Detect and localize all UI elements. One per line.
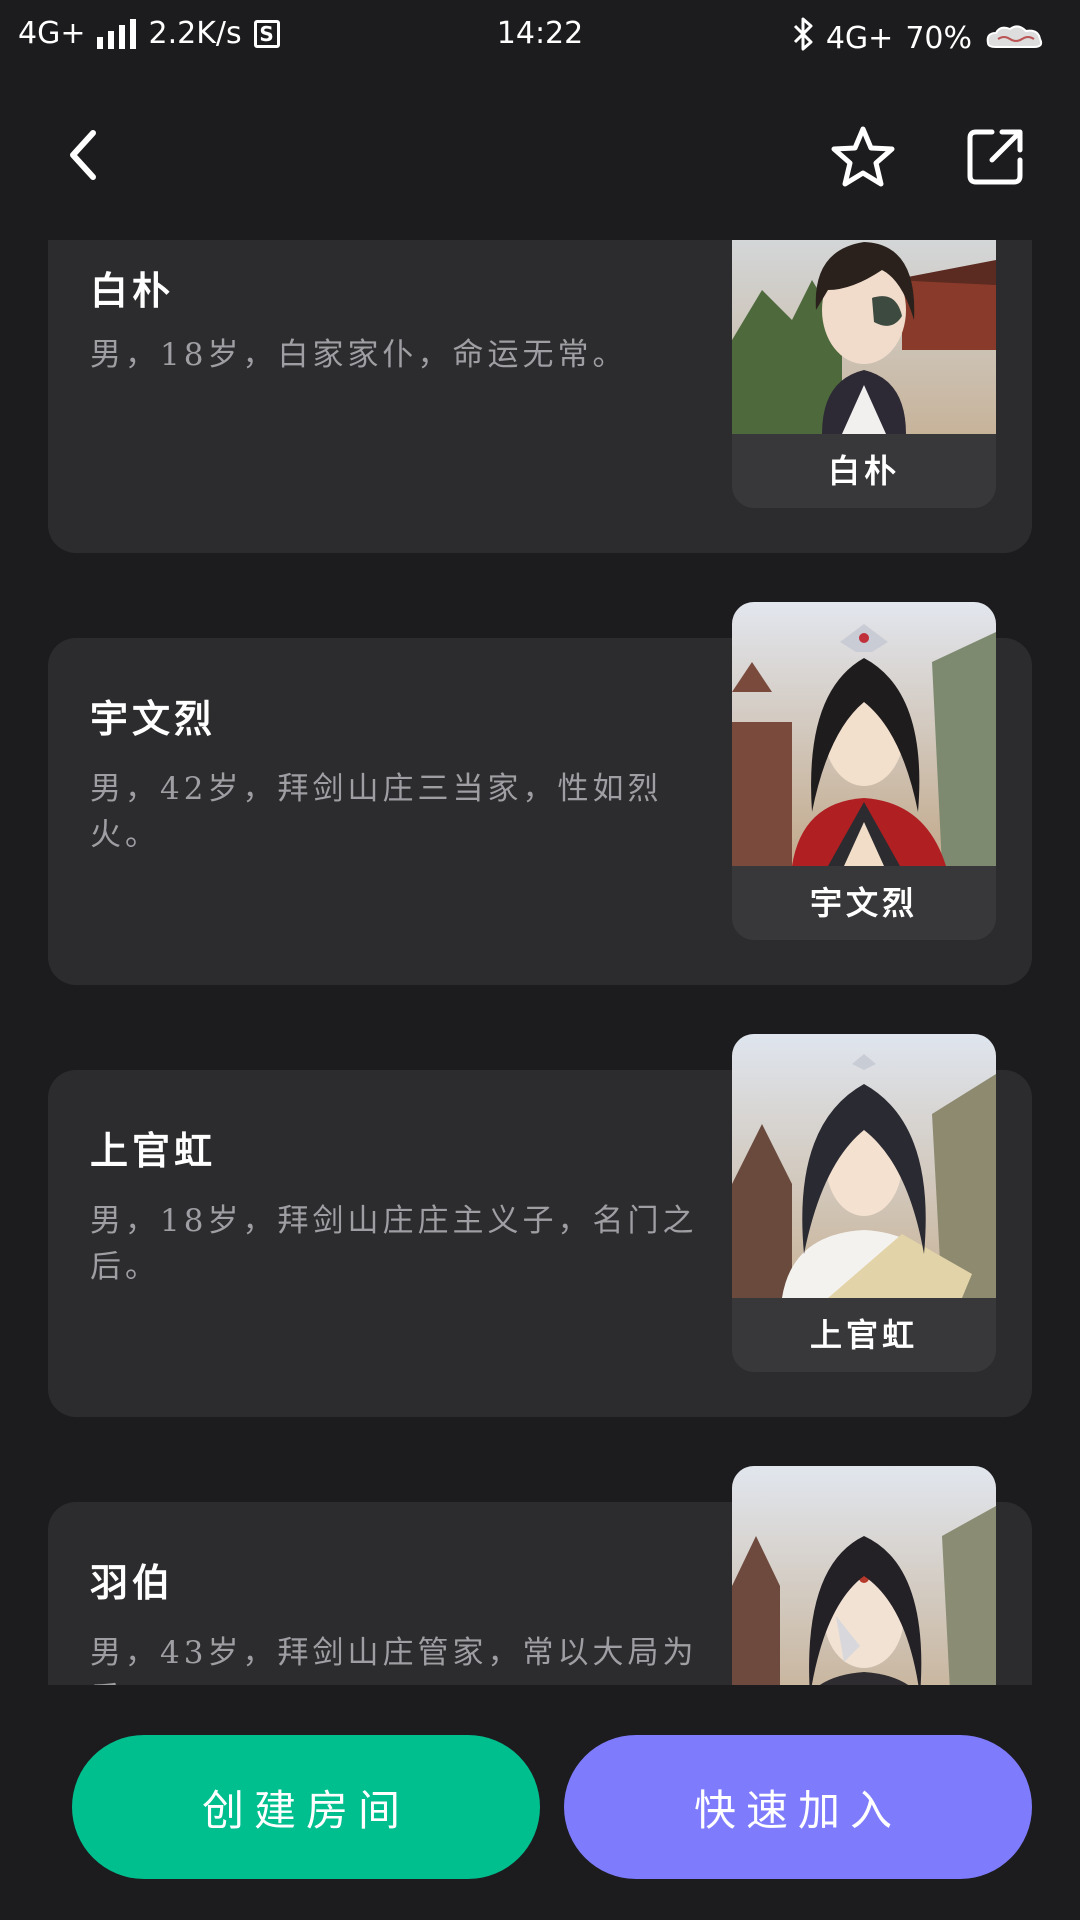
character-portrait[interactable]: 羽伯 — [732, 1466, 996, 1685]
character-description: 男，42岁，拜剑山庄三当家，性如烈火。 — [90, 771, 663, 853]
create-room-button[interactable]: 创建房间 — [72, 1735, 540, 1879]
portrait-image — [732, 1034, 996, 1298]
external-share-icon — [967, 129, 1023, 185]
portrait-label: 宇文烈 — [809, 884, 918, 922]
character-portrait[interactable]: 上官虹 — [732, 1034, 996, 1372]
portrait-image — [732, 602, 996, 866]
character-list[interactable]: 白朴 男，18岁，白家家仆，命运无常。 白朴 宇文烈 男，42岁，拜剑山庄三当家… — [0, 240, 1080, 1685]
character-description: 男，18岁，白家家仆，命运无常。 — [90, 337, 628, 373]
character-description: 男，18岁，拜剑山庄庄主义子，名门之后。 — [90, 1203, 698, 1285]
bluetooth-icon — [792, 16, 814, 60]
battery-level: 70% — [905, 20, 972, 56]
star-outline-icon — [831, 126, 895, 187]
character-name: 宇文烈 — [90, 697, 217, 741]
status-right: 4G+ 70% — [792, 16, 1046, 60]
character-name: 上官虹 — [90, 1129, 217, 1173]
portrait-label: 上官虹 — [809, 1316, 918, 1354]
back-button[interactable] — [48, 120, 118, 190]
character-portrait[interactable]: 白朴 — [732, 240, 996, 508]
favorite-button[interactable] — [826, 120, 900, 194]
top-nav — [0, 70, 1080, 240]
quick-join-button[interactable]: 快速加入 — [564, 1735, 1032, 1879]
battery-cloud-icon — [984, 23, 1046, 53]
share-button[interactable] — [958, 120, 1032, 194]
character-name: 羽伯 — [90, 1561, 175, 1605]
character-name: 白朴 — [90, 269, 175, 313]
character-description: 男，43岁，拜剑山庄管家，常以大局为重。 — [90, 1635, 698, 1685]
portrait-label: 白朴 — [827, 452, 900, 490]
bottom-action-bar: 创建房间 快速加入 — [0, 1685, 1080, 1920]
portrait-image — [732, 240, 996, 434]
network-type-right: 4G+ — [825, 20, 894, 56]
chevron-left-icon — [70, 130, 96, 180]
character-portrait[interactable]: 宇文烈 — [732, 602, 996, 940]
status-bar: 4G+ 2.2K/s S 14:22 4G+ 70% — [0, 0, 1080, 70]
portrait-image — [732, 1466, 996, 1685]
